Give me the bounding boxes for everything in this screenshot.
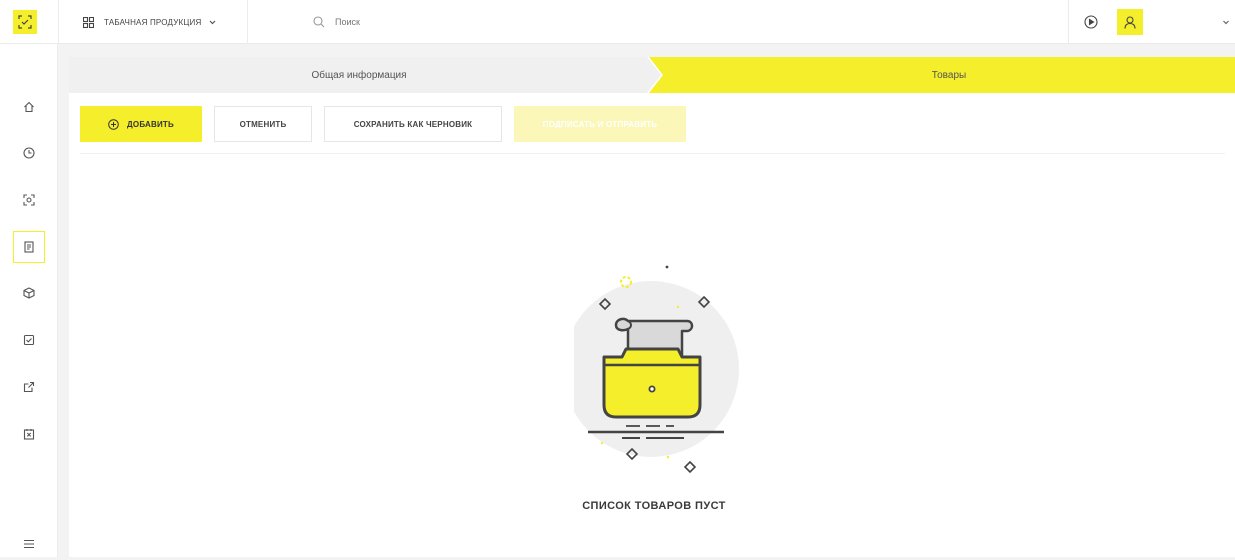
sidebar-item-scan[interactable] xyxy=(13,184,45,216)
checklist-icon xyxy=(23,334,35,346)
step-products-label: Товары xyxy=(931,69,967,81)
toolbar-divider xyxy=(80,153,1225,154)
save-draft-button-label: СОХРАНИТЬ КАК ЧЕРНОВИК xyxy=(353,119,473,129)
menu-icon xyxy=(24,539,34,549)
sign-and-send-button[interactable]: ПОДПИСАТЬ И ОТПРАВИТЬ xyxy=(514,106,686,142)
chevron-down-icon xyxy=(210,20,216,24)
divider xyxy=(58,0,59,44)
sidebar-item-history[interactable] xyxy=(13,137,45,169)
search-box[interactable] xyxy=(313,12,613,32)
sidebar-item-documents[interactable] xyxy=(13,231,45,263)
product-category-select[interactable]: ТАБАЧНАЯ ПРОДУКЦИЯ xyxy=(104,14,216,30)
export-icon xyxy=(23,381,35,393)
user-profile-button[interactable] xyxy=(1117,9,1143,35)
empty-box-illustration xyxy=(574,265,739,474)
sidebar-item-home[interactable] xyxy=(13,91,45,123)
sidebar-item-writeoff[interactable] xyxy=(13,418,45,450)
user-icon xyxy=(1124,15,1136,29)
step-general-info[interactable]: Общая информация xyxy=(69,57,649,93)
chevron-down-icon[interactable] xyxy=(1221,17,1231,27)
search-icon xyxy=(313,16,325,28)
play-circle-icon[interactable] xyxy=(1084,15,1098,29)
home-icon xyxy=(24,101,34,113)
add-button[interactable]: ДОБАВИТЬ xyxy=(80,106,202,142)
apps-grid-icon[interactable] xyxy=(80,14,96,30)
divider xyxy=(1068,0,1069,44)
divider xyxy=(247,0,248,44)
product-category-label: ТАБАЧНАЯ ПРОДУКЦИЯ xyxy=(104,17,202,27)
plus-circle-icon xyxy=(108,118,119,130)
empty-list-title: СПИСОК ТОВАРОВ ПУСТ xyxy=(582,500,726,512)
sidebar-item-export[interactable] xyxy=(13,371,45,403)
clock-icon xyxy=(23,147,35,159)
add-button-label: ДОБАВИТЬ xyxy=(127,119,174,129)
document-toolbar: ДОБАВИТЬ ОТМЕНИТЬ СОХРАНИТЬ КАК ЧЕРНОВИК… xyxy=(80,106,686,142)
step-progress: Общая информация Товары xyxy=(69,57,1235,93)
sidebar xyxy=(0,44,58,557)
scan-icon xyxy=(23,194,35,206)
cancel-button[interactable]: ОТМЕНИТЬ xyxy=(214,106,312,142)
step-general-info-label: Общая информация xyxy=(311,69,407,81)
cancel-button-label: ОТМЕНИТЬ xyxy=(239,119,287,129)
step-products[interactable]: Товары xyxy=(663,57,1235,93)
logo-icon[interactable] xyxy=(13,10,37,34)
documents-icon xyxy=(24,241,34,253)
save-draft-button[interactable]: СОХРАНИТЬ КАК ЧЕРНОВИК xyxy=(324,106,502,142)
sidebar-item-menu[interactable] xyxy=(13,528,45,560)
search-input[interactable] xyxy=(335,17,575,27)
box-icon xyxy=(23,287,35,299)
top-bar: ТАБАЧНАЯ ПРОДУКЦИЯ xyxy=(0,0,1235,44)
sidebar-item-checklist[interactable] xyxy=(13,324,45,356)
sign-and-send-button-label: ПОДПИСАТЬ И ОТПРАВИТЬ xyxy=(542,119,658,129)
writeoff-icon xyxy=(23,429,35,440)
main-content: Общая информация Товары ДОБАВИТЬ ОТМЕНИТ… xyxy=(69,57,1235,557)
sidebar-item-products[interactable] xyxy=(13,277,45,309)
